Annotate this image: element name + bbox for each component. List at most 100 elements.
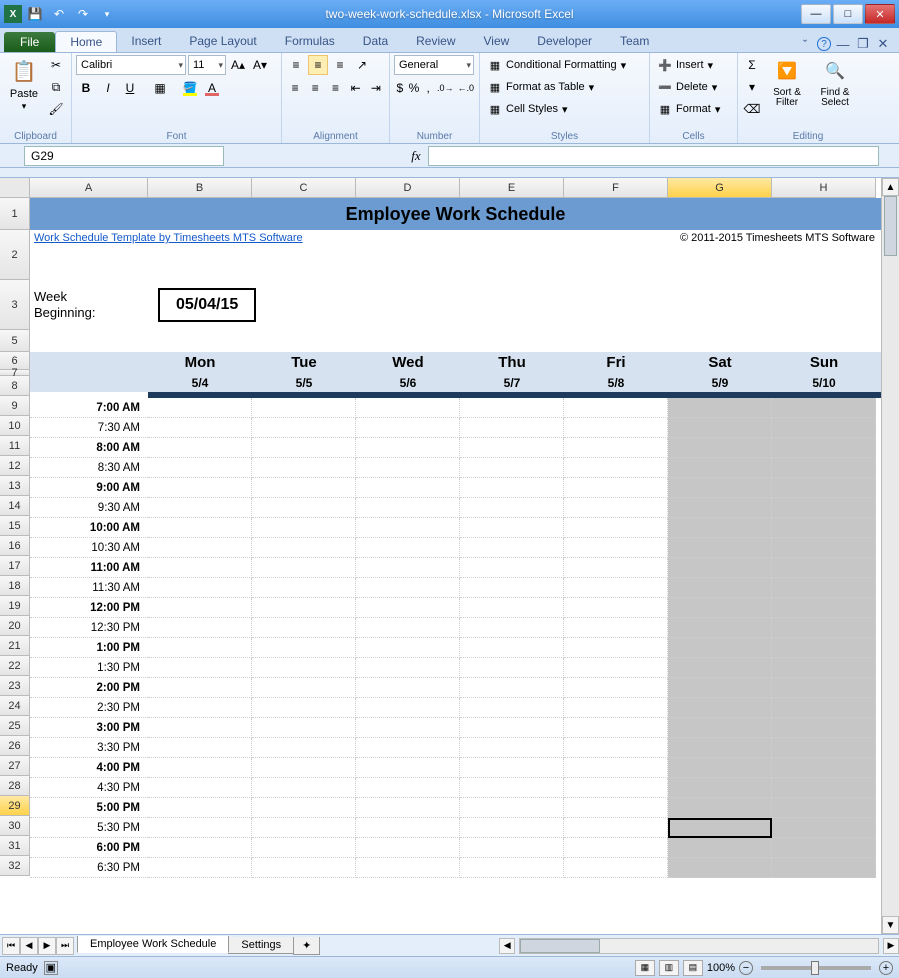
underline-button[interactable]: U <box>120 78 140 98</box>
schedule-cell[interactable] <box>252 498 356 518</box>
schedule-cell[interactable] <box>564 778 668 798</box>
schedule-cell[interactable] <box>148 478 252 498</box>
schedule-cell[interactable] <box>564 838 668 858</box>
fx-label[interactable]: fx <box>404 148 428 164</box>
increase-decimal-icon[interactable]: .0→ <box>436 78 455 98</box>
schedule-cell[interactable] <box>460 398 564 418</box>
schedule-cell[interactable] <box>564 458 668 478</box>
schedule-cell[interactable] <box>668 838 772 858</box>
schedule-cell[interactable] <box>772 818 876 838</box>
row-header-9[interactable]: 9 <box>0 396 30 416</box>
ribbon-tab-developer[interactable]: Developer <box>523 31 606 52</box>
col-header-C[interactable]: C <box>252 178 356 198</box>
schedule-cell[interactable] <box>772 738 876 758</box>
help-icon[interactable]: ? <box>817 37 831 51</box>
schedule-cell[interactable] <box>252 418 356 438</box>
time-row[interactable]: 5:30 PM <box>30 818 881 838</box>
orientation-icon[interactable]: ↗ <box>352 55 372 75</box>
schedule-cell[interactable] <box>148 778 252 798</box>
font-name-combo[interactable]: Calibri <box>76 55 186 75</box>
ribbon-tab-formulas[interactable]: Formulas <box>271 31 349 52</box>
schedule-cell[interactable] <box>460 838 564 858</box>
align-top-icon[interactable]: ≡ <box>286 55 306 75</box>
schedule-cell[interactable] <box>252 758 356 778</box>
row-header-29[interactable]: 29 <box>0 796 30 816</box>
percent-icon[interactable]: % <box>408 78 421 98</box>
schedule-cell[interactable] <box>356 538 460 558</box>
row-header-32[interactable]: 32 <box>0 856 30 876</box>
template-link[interactable]: Work Schedule Template by Timesheets MTS… <box>30 232 303 244</box>
schedule-cell[interactable] <box>252 438 356 458</box>
schedule-cell[interactable] <box>772 758 876 778</box>
ribbon-tab-home[interactable]: Home <box>55 31 117 52</box>
close-button[interactable]: ✕ <box>865 4 895 24</box>
time-row[interactable]: 12:00 PM <box>30 598 881 618</box>
find-select-button[interactable]: 🔍 Find & Select <box>812 55 858 130</box>
time-row[interactable]: 3:30 PM <box>30 738 881 758</box>
schedule-cell[interactable] <box>356 658 460 678</box>
schedule-cell[interactable] <box>460 478 564 498</box>
schedule-cell[interactable] <box>252 778 356 798</box>
schedule-cell[interactable] <box>460 718 564 738</box>
schedule-cell[interactable] <box>564 558 668 578</box>
schedule-cell[interactable] <box>772 598 876 618</box>
schedule-cell[interactable] <box>252 598 356 618</box>
number-format-combo[interactable]: General <box>394 55 474 75</box>
schedule-cell[interactable] <box>564 678 668 698</box>
schedule-cell[interactable] <box>668 478 772 498</box>
schedule-cell[interactable] <box>148 798 252 818</box>
schedule-cell[interactable] <box>564 818 668 838</box>
schedule-cell[interactable] <box>460 798 564 818</box>
schedule-cell[interactable] <box>356 478 460 498</box>
schedule-cell[interactable] <box>356 818 460 838</box>
schedule-cell[interactable] <box>668 518 772 538</box>
format-as-table-button[interactable]: ▦Format as Table ▾ <box>484 77 645 97</box>
row-header-18[interactable]: 18 <box>0 576 30 596</box>
time-row[interactable]: 7:00 AM <box>30 398 881 418</box>
mdi-close-icon[interactable]: ✕ <box>875 36 891 52</box>
time-row[interactable]: 11:30 AM <box>30 578 881 598</box>
align-middle-icon[interactable]: ≡ <box>308 55 328 75</box>
schedule-cell[interactable] <box>564 398 668 418</box>
schedule-cell[interactable] <box>356 858 460 878</box>
schedule-cell[interactable] <box>564 738 668 758</box>
row-header-2[interactable]: 2 <box>0 230 30 280</box>
row-header-5[interactable]: 5 <box>0 330 30 352</box>
conditional-formatting-button[interactable]: ▦Conditional Formatting ▾ <box>484 55 645 75</box>
schedule-cell[interactable] <box>564 858 668 878</box>
schedule-cell[interactable] <box>252 518 356 538</box>
align-left-icon[interactable]: ≡ <box>286 78 304 98</box>
schedule-cell[interactable] <box>356 558 460 578</box>
maximize-button[interactable]: □ <box>833 4 863 24</box>
schedule-cell[interactable] <box>356 678 460 698</box>
sheet-tab-settings[interactable]: Settings <box>228 937 294 954</box>
schedule-cell[interactable] <box>460 618 564 638</box>
schedule-cell[interactable] <box>772 478 876 498</box>
schedule-cell[interactable] <box>668 438 772 458</box>
time-row[interactable]: 10:00 AM <box>30 518 881 538</box>
zoom-level[interactable]: 100% <box>707 962 735 974</box>
page-layout-view-icon[interactable]: ▥ <box>659 960 679 976</box>
schedule-cell[interactable] <box>252 698 356 718</box>
hscroll-left-icon[interactable]: ◀ <box>499 938 515 954</box>
time-row[interactable]: 5:00 PM <box>30 798 881 818</box>
tab-prev-icon[interactable]: ◀ <box>20 937 38 955</box>
row-header-14[interactable]: 14 <box>0 496 30 516</box>
schedule-cell[interactable] <box>564 438 668 458</box>
schedule-cell[interactable] <box>772 438 876 458</box>
schedule-cell[interactable] <box>148 658 252 678</box>
schedule-cell[interactable] <box>460 778 564 798</box>
tab-next-icon[interactable]: ▶ <box>38 937 56 955</box>
time-row[interactable]: 1:30 PM <box>30 658 881 678</box>
format-painter-icon[interactable]: 🖌 <box>46 99 66 119</box>
fill-icon[interactable]: ▾ <box>742 77 762 97</box>
schedule-cell[interactable] <box>252 458 356 478</box>
cell-styles-button[interactable]: ▦Cell Styles ▾ <box>484 99 645 119</box>
time-row[interactable]: 7:30 AM <box>30 418 881 438</box>
schedule-cell[interactable] <box>356 778 460 798</box>
schedule-cell[interactable] <box>460 758 564 778</box>
scroll-down-icon[interactable]: ▼ <box>882 916 899 934</box>
qat-redo-icon[interactable]: ↷ <box>72 3 94 25</box>
schedule-cell[interactable] <box>668 678 772 698</box>
schedule-cell[interactable] <box>252 818 356 838</box>
